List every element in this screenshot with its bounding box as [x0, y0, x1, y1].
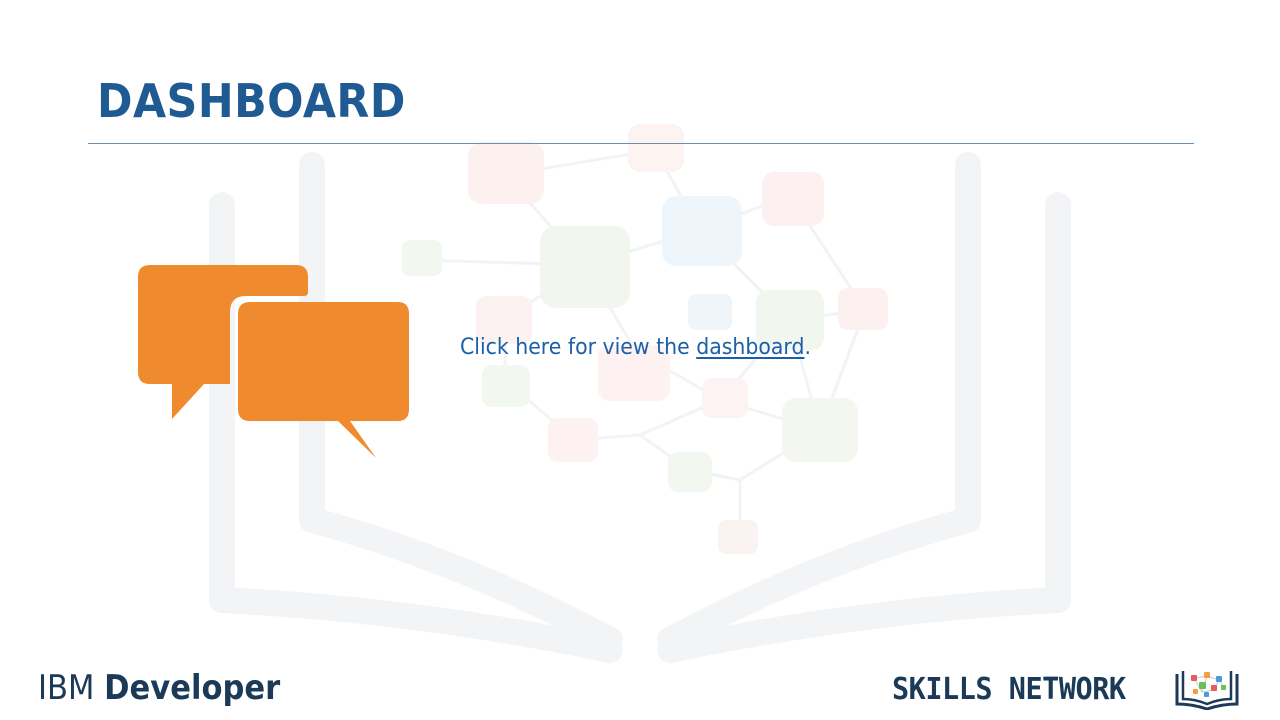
dashboard-message: Click here for view the dashboard.	[460, 335, 811, 360]
skills-network-book-icon	[1175, 671, 1239, 710]
dashboard-link[interactable]: dashboard	[696, 335, 804, 360]
ibm-brand-text: IBM	[38, 668, 95, 708]
ibm-developer-logo: IBM Developer	[38, 668, 280, 708]
chat-bubbles-icon	[138, 265, 409, 458]
message-period: .	[804, 335, 811, 360]
message-text: Click here for view the	[460, 335, 697, 360]
ibm-product-text: Developer	[104, 668, 281, 708]
title-divider	[88, 143, 1194, 144]
page-title: DASHBOARD	[97, 74, 406, 128]
skills-network-logo-text: SKILLS NETWORK	[892, 672, 1126, 707]
